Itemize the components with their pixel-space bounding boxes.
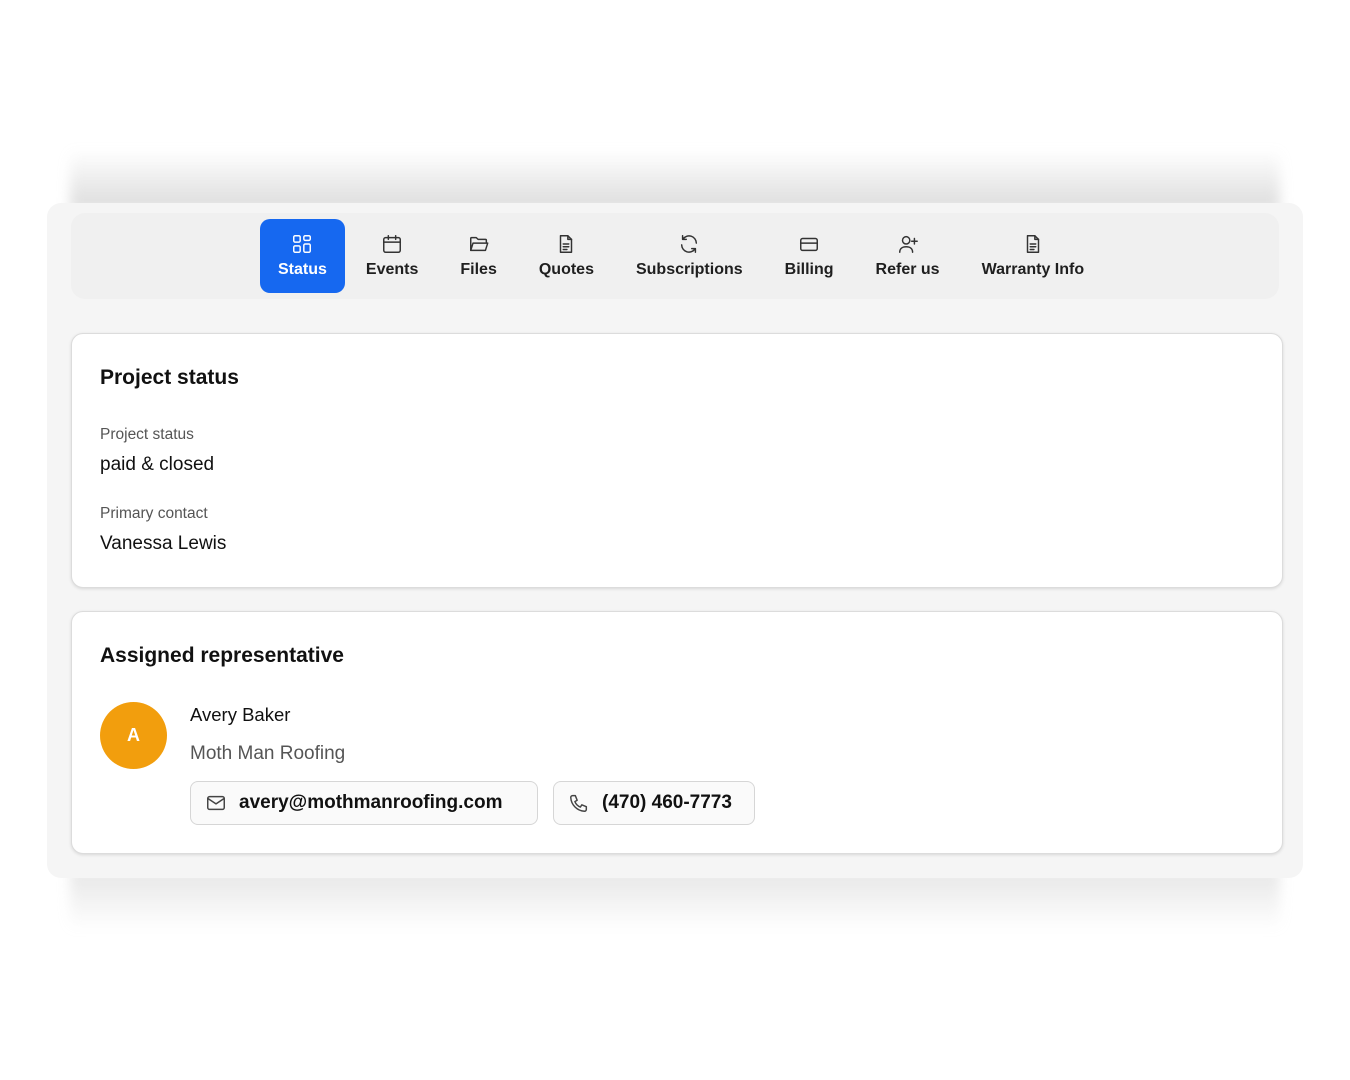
primary-contact-value: Vanessa Lewis bbox=[100, 533, 227, 554]
phone-number: (470) 460-7773 bbox=[602, 792, 732, 813]
user-plus-icon bbox=[898, 235, 918, 253]
phone-button[interactable]: (470) 460-7773 bbox=[553, 781, 755, 825]
tab-label: Events bbox=[365, 261, 419, 278]
tab-files[interactable]: Files bbox=[439, 219, 517, 293]
avatar-initial: A bbox=[127, 725, 140, 745]
card-title: Project status bbox=[100, 366, 239, 389]
tab-status[interactable]: Status bbox=[260, 219, 345, 293]
project-status-value: paid & closed bbox=[100, 454, 215, 475]
tab-label: Billing bbox=[784, 261, 834, 278]
tab-bar: Status Events Files Quotes Subscriptions… bbox=[71, 213, 1279, 299]
representative-name: Avery Baker bbox=[190, 704, 291, 725]
calendar-icon bbox=[383, 235, 402, 253]
assigned-representative-card: Assigned representative A Avery Baker Mo… bbox=[71, 611, 1283, 854]
tab-label: Subscriptions bbox=[635, 261, 743, 278]
project-status-card: Project status Project status paid & clo… bbox=[71, 333, 1283, 588]
document-icon bbox=[1026, 235, 1040, 253]
credit-card-icon bbox=[800, 237, 819, 252]
tab-quotes[interactable]: Quotes bbox=[518, 219, 615, 293]
panel-shadow-top bbox=[70, 150, 1280, 210]
tab-billing[interactable]: Billing bbox=[764, 219, 855, 293]
tab-label: Warranty Info bbox=[981, 261, 1085, 278]
refresh-icon bbox=[681, 235, 698, 253]
tab-subscriptions[interactable]: Subscriptions bbox=[615, 219, 764, 293]
folder-icon bbox=[469, 236, 489, 252]
phone-icon bbox=[570, 794, 588, 812]
customer-portal-panel: Status Events Files Quotes Subscriptions… bbox=[47, 203, 1303, 878]
tab-warranty-info[interactable]: Warranty Info bbox=[961, 219, 1106, 293]
tab-label: Files bbox=[460, 261, 497, 278]
document-icon bbox=[560, 235, 573, 253]
project-status-label: Project status bbox=[100, 426, 194, 443]
grid-icon bbox=[293, 235, 312, 253]
avatar: A bbox=[100, 702, 167, 769]
screenshot-stage: Status Events Files Quotes Subscriptions… bbox=[0, 0, 1350, 1080]
tab-label: Quotes bbox=[538, 261, 594, 278]
tab-label: Status bbox=[278, 261, 327, 278]
primary-contact-label: Primary contact bbox=[100, 505, 208, 522]
representative-company: Moth Man Roofing bbox=[190, 743, 346, 764]
card-title: Assigned representative bbox=[100, 644, 344, 667]
tab-label: Refer us bbox=[875, 261, 940, 278]
email-address: avery@mothmanroofing.com bbox=[239, 792, 503, 813]
mail-icon bbox=[207, 795, 225, 811]
panel-shadow-bottom bbox=[70, 870, 1280, 930]
tab-list: Status Events Files Quotes Subscriptions… bbox=[260, 219, 1105, 293]
email-button[interactable]: avery@mothmanroofing.com bbox=[190, 781, 538, 825]
tab-events[interactable]: Events bbox=[345, 219, 439, 293]
tab-refer-us[interactable]: Refer us bbox=[855, 219, 961, 293]
